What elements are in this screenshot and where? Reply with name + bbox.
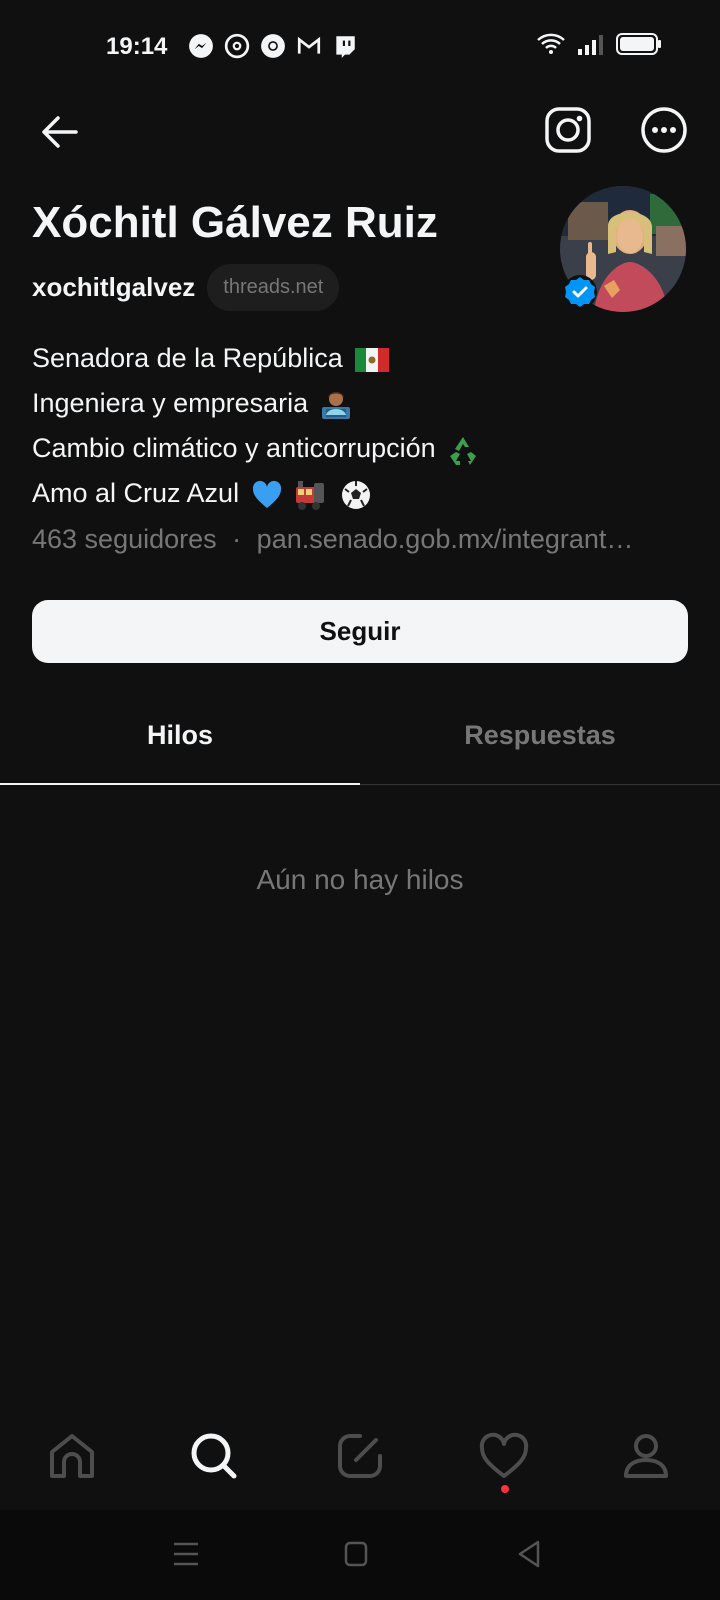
profile-handle: xochitlgalvez — [32, 272, 196, 302]
profile-name: Xóchitl Gálvez Ruiz — [32, 198, 438, 247]
back-triangle-icon — [518, 1540, 540, 1568]
nav-compose-button[interactable] — [330, 1426, 390, 1486]
home-square-icon — [344, 1541, 368, 1567]
train-icon — [296, 480, 325, 510]
bio-line: Ingeniera y empresaria — [32, 381, 479, 426]
wifi-icon — [536, 32, 566, 61]
compose-icon — [338, 1434, 382, 1478]
bio-line-text: Senadora de la República — [32, 343, 343, 373]
instagram-button[interactable] — [542, 104, 594, 156]
system-icons — [536, 32, 662, 61]
profile-icon — [624, 1434, 668, 1478]
chrome-icon — [260, 33, 286, 59]
handle-row: xochitlgalvez threads.net — [32, 264, 340, 311]
status-time: 19:14 — [106, 33, 168, 60]
more-icon — [641, 107, 687, 153]
nav-profile-button[interactable] — [616, 1426, 676, 1486]
verified-icon — [563, 275, 597, 309]
profile-bio: Senadora de la República Ingeniera y emp… — [32, 336, 479, 516]
bio-line-text: Ingeniera y empresaria — [32, 388, 309, 418]
system-back-button[interactable] — [510, 1534, 550, 1574]
bio-line-text: Cambio climático y anticorrupción — [32, 433, 436, 463]
activity-heart-icon — [479, 1432, 529, 1478]
gmail-icon — [296, 33, 322, 59]
battery-icon — [616, 33, 662, 60]
mexico-flag-icon — [355, 347, 390, 372]
instagram-icon — [545, 107, 591, 153]
verified-badge — [562, 274, 598, 310]
nav-home-button[interactable] — [42, 1426, 102, 1486]
active-tab-indicator — [0, 783, 360, 785]
bottom-nav — [0, 1410, 720, 1510]
profile-meta: 463 seguidores · pan.senado.gob.mx/integ… — [32, 524, 692, 555]
bio-line-text: Amo al Cruz Azul — [32, 478, 240, 508]
back-button[interactable] — [32, 106, 88, 162]
activity-notification-dot — [501, 1485, 509, 1493]
menu-icon — [174, 1542, 198, 1566]
messenger-icon — [188, 33, 214, 59]
notification-icons — [188, 33, 358, 59]
meta-separator: · — [232, 524, 242, 554]
followers-count[interactable]: 463 seguidores — [32, 524, 217, 554]
technologist-icon — [321, 391, 350, 419]
follow-button[interactable]: Seguir — [32, 600, 688, 663]
empty-state-text: Aún no hay hilos — [256, 864, 464, 895]
back-arrow-icon — [42, 116, 78, 148]
search-icon — [191, 1433, 237, 1479]
status-bar: 19:14 — [0, 0, 720, 90]
system-nav-bar — [0, 1510, 720, 1600]
recycling-icon — [450, 436, 477, 465]
nav-search-button[interactable] — [184, 1426, 244, 1486]
soccer-ball-icon — [341, 480, 370, 509]
nav-activity-button[interactable] — [474, 1426, 534, 1486]
twitch-icon — [332, 33, 358, 59]
bio-line: Cambio climático y anticorrupción — [32, 426, 479, 471]
domain-badge[interactable]: threads.net — [207, 264, 340, 311]
profile-link[interactable]: pan.senado.gob.mx/integrant… — [257, 524, 634, 554]
top-bar — [0, 90, 720, 170]
bio-line: Senadora de la República — [32, 336, 479, 381]
tab-hilos[interactable]: Hilos — [0, 720, 360, 751]
bio-line: Amo al Cruz Azul — [32, 471, 479, 516]
profile-tabs: Hilos Respuestas — [0, 694, 720, 785]
tab-respuestas[interactable]: Respuestas — [360, 720, 720, 751]
signal-icon — [576, 33, 606, 60]
home-icon — [50, 1434, 94, 1478]
system-home-button[interactable] — [336, 1534, 376, 1574]
threads-icon — [224, 33, 250, 59]
system-menu-button[interactable] — [166, 1534, 206, 1574]
more-options-button[interactable] — [638, 104, 690, 156]
blue-heart-icon — [252, 480, 281, 508]
